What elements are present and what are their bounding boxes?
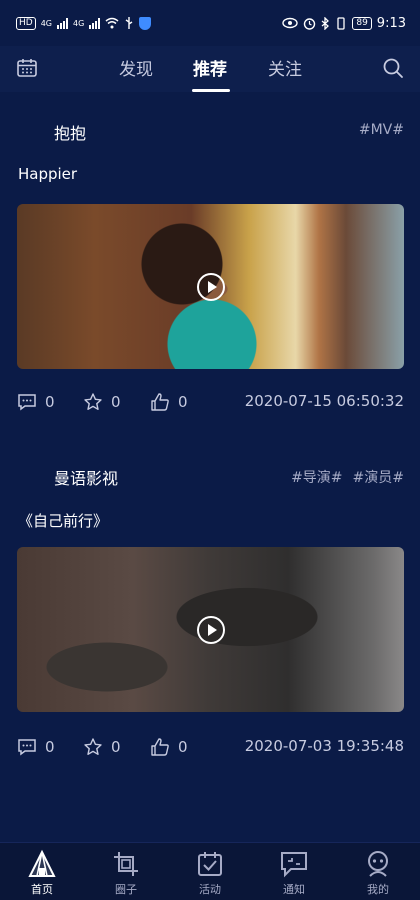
- signal-icon-2: [89, 17, 101, 29]
- post-actions: 0 0 0 2020-07-15 06:50:32: [0, 392, 420, 416]
- nav-profile-label: 我的: [367, 883, 389, 896]
- thumbs-up-icon: [151, 393, 169, 411]
- nav-circle[interactable]: 圈子: [96, 849, 156, 897]
- nav-profile[interactable]: 我的: [348, 849, 408, 897]
- crop-icon: [114, 852, 138, 876]
- nav-activity[interactable]: 活动: [180, 849, 240, 897]
- video-thumbnail[interactable]: [17, 547, 404, 712]
- play-icon[interactable]: [196, 272, 225, 301]
- post-timestamp: 2020-07-03 19:35:48: [244, 737, 404, 755]
- bluetooth-icon: [321, 16, 330, 30]
- alarm-icon: [304, 17, 316, 30]
- clock: 9:13: [376, 15, 406, 31]
- like-button[interactable]: 0: [150, 737, 188, 757]
- post-title[interactable]: Happier: [18, 165, 77, 183]
- post-actions: 0 0 0 2020-07-03 19:35:48: [0, 737, 420, 761]
- comment-count: 0: [45, 738, 55, 756]
- tab-following[interactable]: 关注: [268, 55, 302, 80]
- favorite-button[interactable]: 0: [83, 392, 121, 412]
- tag[interactable]: #演员#: [353, 467, 404, 487]
- favorite-count: 0: [111, 393, 121, 411]
- nav-notifications[interactable]: 通知: [264, 849, 324, 897]
- favorite-count: 0: [111, 738, 121, 756]
- comment-icon: [18, 394, 36, 411]
- tab-discover[interactable]: 发现: [119, 55, 153, 80]
- top-navigation: 发现 推荐 关注: [0, 46, 420, 92]
- play-icon[interactable]: [196, 615, 225, 644]
- comment-button[interactable]: 0: [17, 392, 55, 412]
- usb-icon: [125, 17, 133, 29]
- post-author[interactable]: 曼语影视: [54, 465, 118, 489]
- like-count: 0: [178, 738, 188, 756]
- post-tags: #MV#: [359, 122, 404, 138]
- favorite-button[interactable]: 0: [83, 737, 121, 757]
- thumbs-up-icon: [151, 738, 169, 756]
- comment-button[interactable]: 0: [17, 737, 55, 757]
- eye-icon: [282, 17, 299, 29]
- profile-icon: [368, 851, 388, 877]
- bottom-navigation: 首页 圈子 活动 通知 我的: [0, 842, 420, 900]
- comment-icon: [18, 739, 36, 756]
- network-label-1: 4G: [40, 18, 52, 28]
- like-count: 0: [178, 393, 188, 411]
- nav-home[interactable]: 首页: [12, 849, 72, 897]
- wifi-icon: [105, 17, 119, 29]
- star-icon: [84, 393, 102, 410]
- post-author[interactable]: 抱抱: [54, 120, 86, 144]
- search-icon[interactable]: [382, 57, 404, 79]
- nav-circle-label: 圈子: [115, 883, 137, 896]
- tag[interactable]: #MV#: [359, 122, 404, 138]
- post-tags: #导演# #演员#: [291, 467, 404, 487]
- vibrate-icon: [337, 16, 345, 30]
- network-label-2: 4G: [73, 18, 85, 28]
- feed-tabs: 发现 推荐 关注: [0, 46, 420, 92]
- home-tent-icon: [28, 849, 56, 877]
- star-icon: [84, 738, 102, 755]
- shield-icon: [139, 16, 152, 30]
- battery-indicator: 89: [352, 16, 372, 30]
- tag[interactable]: #导演#: [291, 467, 342, 487]
- nav-activity-label: 活动: [199, 883, 221, 896]
- notification-chat-icon: [281, 852, 307, 878]
- nav-notifications-label: 通知: [283, 883, 305, 896]
- post-timestamp: 2020-07-15 06:50:32: [244, 392, 404, 410]
- tab-recommended[interactable]: 推荐: [193, 55, 227, 80]
- nav-home-label: 首页: [31, 883, 53, 896]
- activity-check-icon: [198, 852, 222, 876]
- like-button[interactable]: 0: [150, 392, 188, 412]
- comment-count: 0: [45, 393, 55, 411]
- video-thumbnail[interactable]: [17, 204, 404, 369]
- signal-icon: [57, 17, 68, 29]
- status-bar: HD 4G 4G 89 9:13: [0, 0, 420, 46]
- hd-indicator: HD: [16, 16, 36, 30]
- active-tab-indicator: [192, 89, 230, 92]
- post-title[interactable]: 《自己前行》: [18, 510, 108, 531]
